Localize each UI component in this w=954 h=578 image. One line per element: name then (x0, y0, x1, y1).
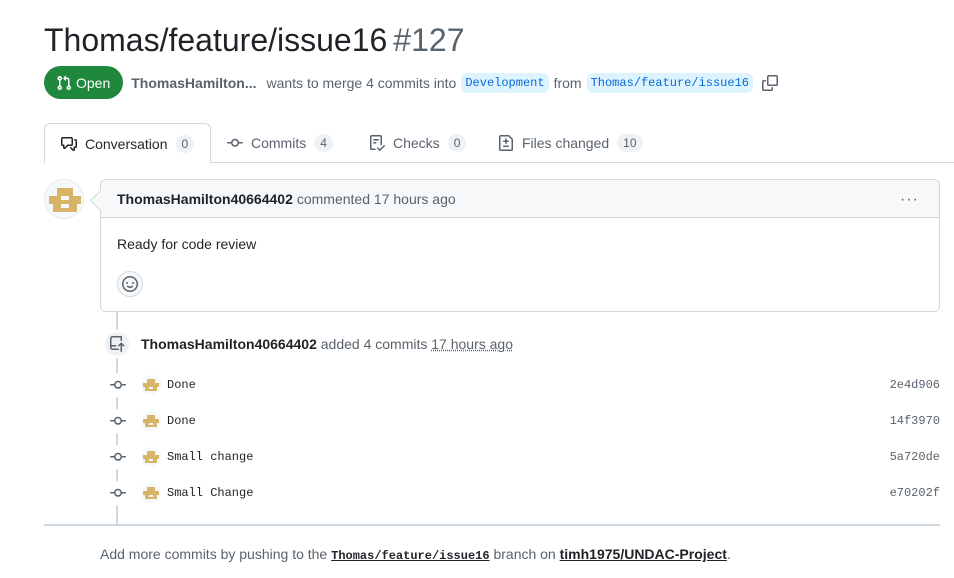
commit-sha-link[interactable]: e70202f (890, 486, 940, 500)
head-branch-link[interactable]: Thomas/feature/issue16 (586, 72, 753, 93)
tab-commits-count: 4 (314, 134, 333, 152)
tab-checks[interactable]: Checks 0 (369, 123, 467, 163)
commit-row: Small change 5a720de (104, 445, 940, 469)
file-diff-icon (499, 135, 513, 151)
add-reaction-button[interactable] (117, 271, 143, 297)
push-hint-suffix: . (726, 546, 731, 562)
tab-commits[interactable]: Commits 4 (227, 123, 333, 163)
identicon-icon (45, 180, 83, 218)
pr-tabs: Conversation 0 Commits 4 Checks 0 Files … (44, 123, 954, 164)
tab-checks-label: Checks (393, 135, 440, 151)
git-commit-icon (227, 138, 243, 147)
state-badge: Open (44, 66, 124, 99)
commit-row: Done 2e4d906 (104, 373, 940, 397)
tab-files-changed[interactable]: Files changed 10 (498, 123, 643, 163)
comment-time[interactable]: 17 hours ago (374, 191, 456, 207)
kebab-menu-icon[interactable]: ··· (900, 191, 919, 209)
git-pull-request-icon (57, 75, 72, 90)
tab-conversation-label: Conversation (85, 135, 168, 152)
copy-icon[interactable] (762, 74, 778, 91)
git-commit-icon (104, 445, 132, 469)
comment-header: ThomasHamilton40664402 commented 17 hour… (101, 180, 939, 218)
checklist-icon (370, 135, 385, 151)
commit-message-link[interactable]: Small Change (167, 486, 253, 500)
event-author-link[interactable]: ThomasHamilton40664402 (141, 336, 317, 352)
base-branch-link[interactable]: Development (461, 72, 549, 93)
avatar[interactable] (141, 411, 161, 431)
tab-conversation-count: 0 (175, 134, 195, 153)
avatar[interactable] (141, 483, 161, 503)
comment-action: commented (296, 190, 371, 207)
tab-commits-label: Commits (251, 135, 307, 151)
tab-conversation[interactable]: Conversation 0 (44, 123, 212, 164)
tab-files-changed-count: 10 (617, 134, 643, 152)
push-hint-middle: branch on (493, 546, 556, 562)
commit-sha-link[interactable]: 14f3970 (890, 414, 940, 428)
timeline-end-divider (44, 524, 940, 526)
smiley-icon (122, 276, 138, 292)
comment-box: ThomasHamilton40664402 commented 17 hour… (100, 179, 940, 312)
event-action: added 4 commits (320, 336, 428, 352)
avatar[interactable] (44, 179, 84, 219)
commits-added-event: ThomasHamilton40664402 added 4 commits 1… (141, 336, 513, 352)
pr-meta: Open ThomasHamilton... wants to merge 4 … (44, 66, 778, 99)
push-hint: Add more commits by pushing to the Thoma… (100, 546, 731, 563)
event-time-link[interactable]: 17 hours ago (431, 336, 513, 352)
pr-number: #127 (393, 22, 465, 58)
commit-message-link[interactable]: Small change (167, 450, 253, 464)
commit-row: Done 14f3970 (104, 409, 940, 433)
commit-row: Small Change e70202f (104, 481, 940, 505)
avatar[interactable] (141, 375, 161, 395)
push-hint-prefix: Add more commits by pushing to the (100, 546, 328, 562)
comment-body: Ready for code review (117, 236, 257, 252)
git-commit-icon (104, 373, 132, 397)
commit-message-link[interactable]: Done (167, 414, 196, 428)
commit-sha-link[interactable]: 5a720de (890, 450, 940, 464)
pr-title-text: Thomas/feature/issue16 (44, 22, 388, 58)
from-text: from (553, 74, 582, 91)
avatar[interactable] (141, 447, 161, 467)
commit-sha-link[interactable]: 2e4d906 (890, 378, 940, 392)
tab-files-changed-label: Files changed (522, 135, 610, 151)
git-commit-icon (104, 481, 132, 505)
state-label: Open (76, 74, 111, 91)
tab-checks-count: 0 (447, 134, 467, 152)
repo-link[interactable]: timh1975/UNDAC-Project (560, 546, 727, 562)
git-commit-icon (104, 409, 132, 433)
merge-text: wants to merge 4 commits into (266, 74, 457, 91)
repo-push-icon (103, 330, 131, 358)
pr-author-link[interactable]: ThomasHamilton... (131, 75, 256, 91)
pr-title: Thomas/feature/issue16 #127 (44, 22, 464, 59)
push-hint-branch-link[interactable]: Thomas/feature/issue16 (331, 549, 489, 563)
comment-author-link[interactable]: ThomasHamilton40664402 (117, 191, 293, 207)
commit-message-link[interactable]: Done (167, 378, 196, 392)
comment-discussion-icon (61, 136, 77, 151)
